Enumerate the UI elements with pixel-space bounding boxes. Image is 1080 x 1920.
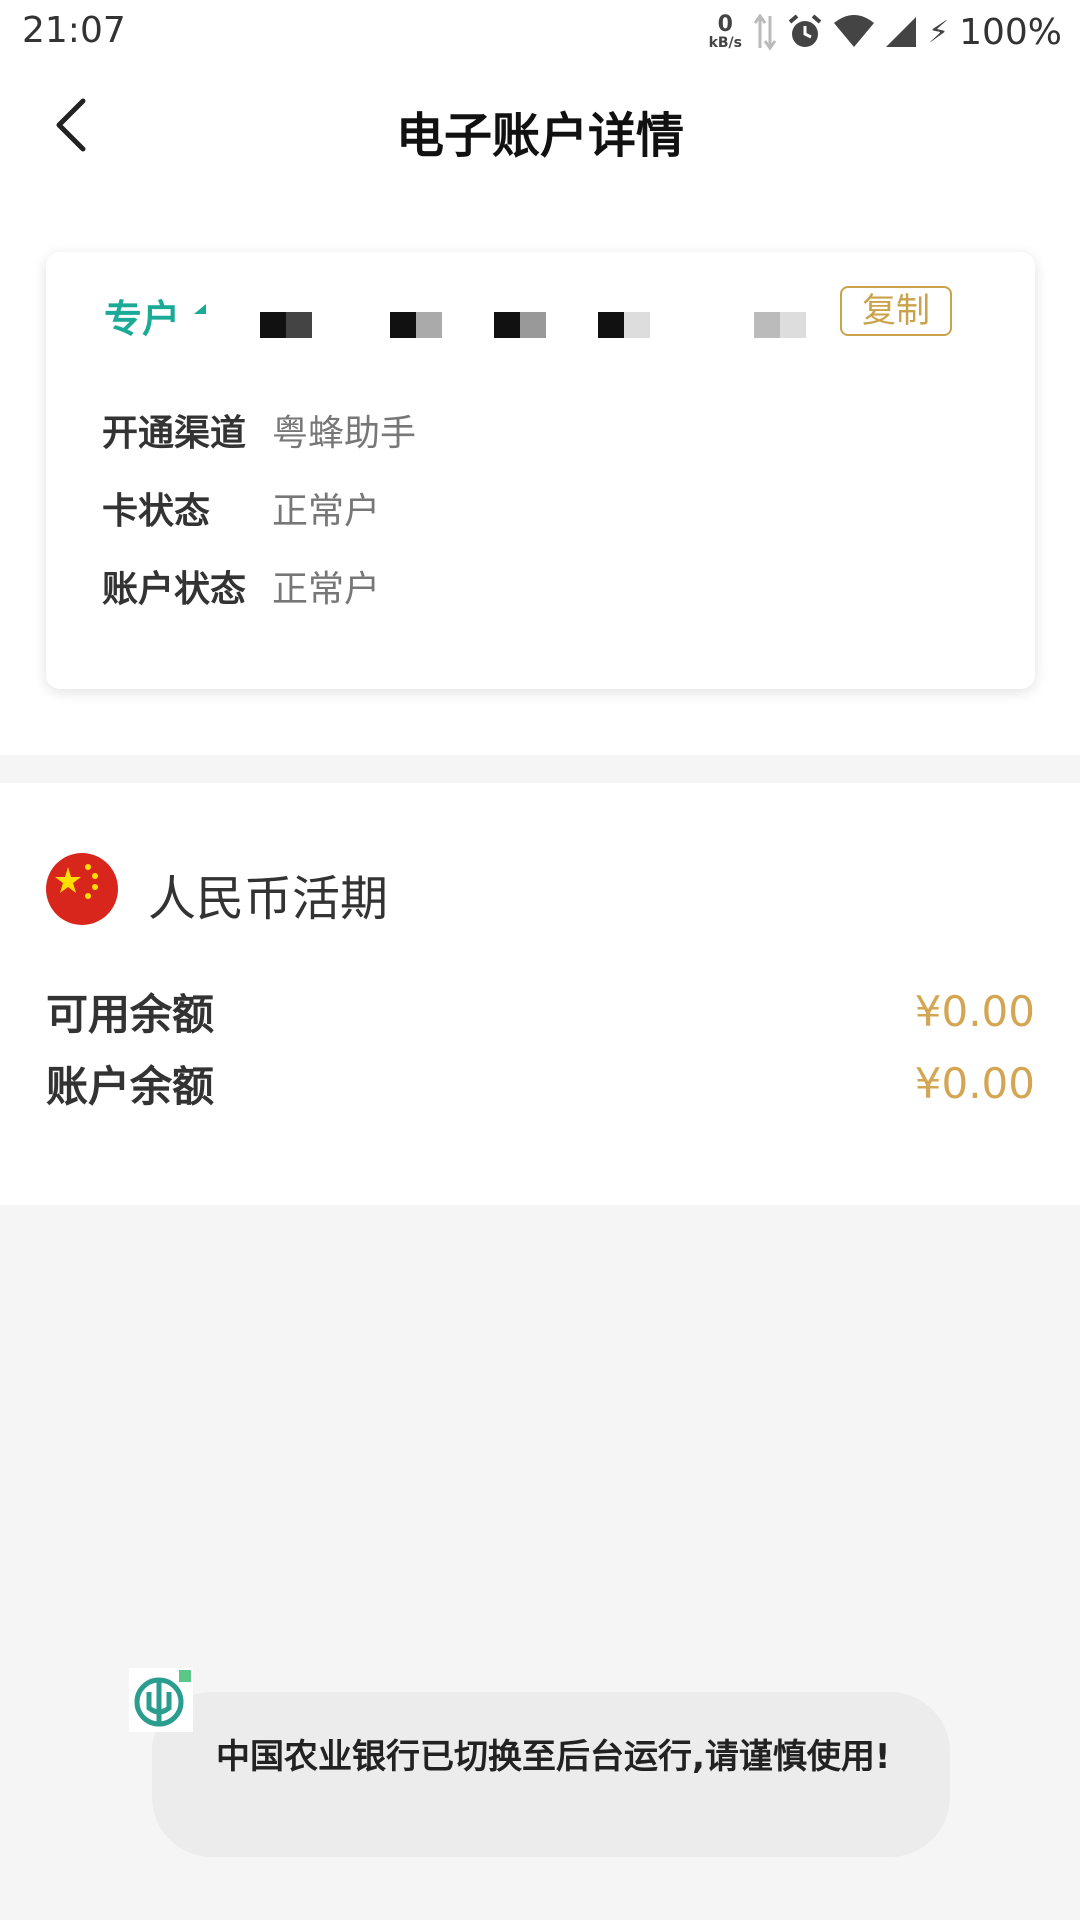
balance-value: ¥0.00 [914,986,1035,1036]
battery-level: 100% [959,11,1062,53]
net-speed-value: 0 [717,12,733,37]
status-time: 21:07 [22,10,126,51]
account-balance-row: 账户余额 ¥0.00 [46,1055,1035,1111]
info-row-channel: 开通渠道 粤蜂助手 [102,404,416,456]
copy-button[interactable]: 复制 [840,286,952,336]
status-icons: 0 kB/s ⚡ 100% [709,8,1062,56]
toast-message: 中国农业银行已切换至后台运行,请谨慎使用! [216,1737,891,1777]
account-number-masked [598,312,650,338]
balance-value: ¥0.00 [914,1058,1035,1108]
account-number-masked [260,312,312,338]
info-row-card-status: 卡状态 正常户 [102,482,380,534]
net-speed: 0 kB/s [708,12,742,51]
background-warning-toast: 中国农业银行已切换至后台运行,请谨慎使用! [152,1692,950,1857]
page-title: 电子账户详情 [395,108,684,164]
info-label: 开通渠道 [102,413,247,454]
charging-bolt-icon: ⚡ [928,14,950,50]
wifi-icon [834,15,874,47]
account-number-masked [494,312,546,338]
info-value: 正常户 [272,569,381,610]
info-row-account-status: 账户状态 正常户 [102,560,380,612]
abc-bank-logo-icon [129,1668,193,1732]
info-label: 卡状态 [102,491,211,532]
info-value: 正常户 [272,491,381,532]
signal-icon [886,17,916,47]
account-type-label: 专户 [104,297,181,341]
china-flag-icon [46,853,118,925]
balance-label: 可用余额 [46,989,215,1039]
data-arrows-icon [754,13,776,51]
status-bar: 21:07 0 kB/s ⚡ 100% [0,0,1080,64]
balance-label: 账户余额 [46,1061,215,1111]
net-speed-unit: kB/s [708,35,742,51]
account-number-masked [390,312,442,338]
info-value: 粤蜂助手 [272,413,417,454]
balance-section: 人民币活期 可用余额 ¥0.00 账户余额 ¥0.00 [0,783,1080,1205]
account-number-masked [754,312,806,338]
account-type-marker [194,304,206,314]
info-label: 账户状态 [102,569,247,610]
available-balance-row: 可用余额 ¥0.00 [46,983,1035,1039]
account-card: 专户 复制 开通渠道 粤蜂助手 卡状态 正常户 账户状态 正常户 [46,252,1035,689]
currency-name: 人民币活期 [148,871,389,927]
alarm-icon [788,14,822,47]
